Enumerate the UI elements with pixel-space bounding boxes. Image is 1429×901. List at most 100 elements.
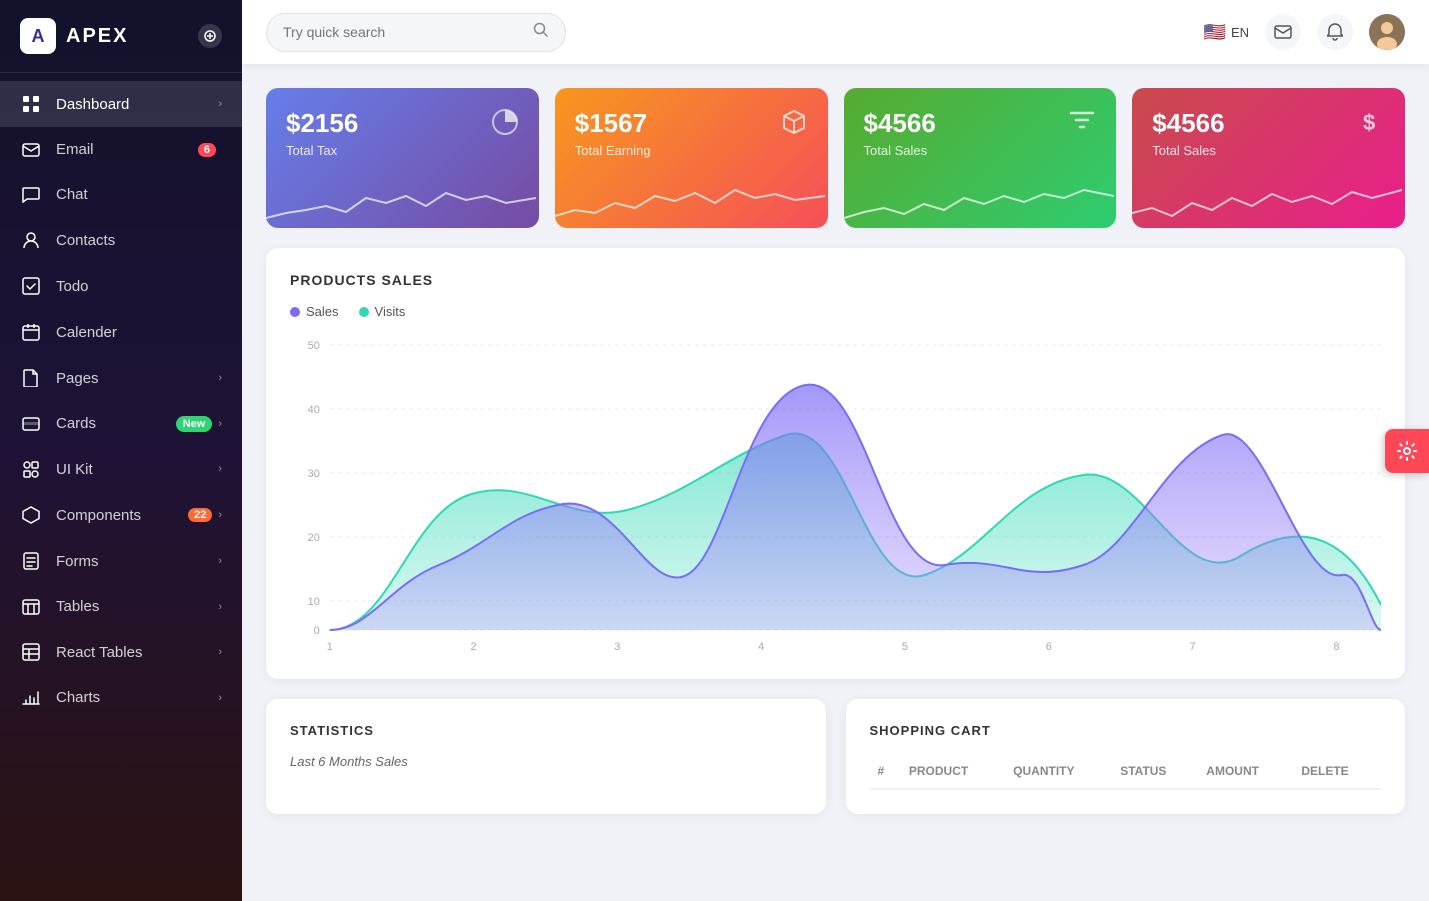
stat-card-total-earning: $1567 Total Earning [555, 88, 828, 228]
stat-value: $2156 [286, 108, 358, 139]
chevron-right-icon: › [218, 463, 222, 475]
svg-text:5: 5 [902, 641, 908, 653]
svg-text:20: 20 [308, 532, 320, 544]
filter-icon [1068, 108, 1096, 143]
stat-value: $1567 [575, 108, 651, 139]
components-badge: 22 [188, 508, 212, 522]
user-avatar[interactable] [1369, 14, 1405, 50]
tables-icon [20, 599, 42, 615]
sidebar-item-label: Cards [56, 415, 176, 432]
search-bar[interactable] [266, 13, 566, 52]
sidebar-item-label: UI Kit [56, 461, 218, 478]
sales-dot [290, 307, 300, 317]
settings-fab[interactable] [1385, 429, 1429, 473]
email-badge: 6 [198, 143, 216, 157]
legend-sales-label: Sales [306, 304, 339, 319]
search-input[interactable] [283, 24, 533, 40]
chevron-right-icon: › [218, 418, 222, 430]
col-hash: # [870, 754, 901, 789]
chat-icon [20, 187, 42, 203]
area-chart: 50 40 30 20 10 0 [290, 335, 1381, 655]
forms-icon [20, 552, 42, 570]
svg-text:6: 6 [1046, 641, 1052, 653]
cart-table: # Product Quantity Status Amount Delete [870, 754, 1382, 790]
todo-icon [20, 277, 42, 295]
svg-text:8: 8 [1333, 641, 1339, 653]
statistics-card: STATISTICS Last 6 Months Sales [266, 699, 826, 814]
sidebar-toggle[interactable] [198, 24, 222, 48]
sidebar-item-label: React Tables [56, 644, 218, 661]
svg-text:$: $ [1363, 110, 1375, 135]
visits-dot [359, 307, 369, 317]
sidebar-item-chat[interactable]: Chat [0, 172, 242, 217]
sidebar-item-email[interactable]: Email 6 [0, 127, 242, 172]
sidebar-item-label: Email [56, 141, 198, 158]
svg-text:7: 7 [1190, 641, 1196, 653]
dashboard-icon [20, 95, 42, 113]
content-area: $2156 Total Tax $1567 Total Earning [242, 64, 1429, 901]
sidebar-item-label: Pages [56, 370, 218, 387]
sidebar-item-label: Charts [56, 689, 218, 706]
sidebar-item-label: Tables [56, 598, 218, 615]
sidebar-item-label: Components [56, 507, 188, 524]
chevron-right-icon: › [218, 601, 222, 613]
svg-text:10: 10 [308, 596, 320, 608]
main-area: 🇺🇸 EN $2156 Total Tax [242, 0, 1429, 901]
logo-text: APEX [66, 25, 128, 48]
cards-new-badge: New [176, 416, 213, 432]
sidebar-item-react-tables[interactable]: React Tables › [0, 629, 242, 675]
mail-button[interactable] [1265, 14, 1301, 50]
sidebar-item-contacts[interactable]: Contacts [0, 217, 242, 263]
sidebar-item-todo[interactable]: Todo [0, 263, 242, 309]
search-icon[interactable] [533, 22, 549, 43]
sidebar-item-label: Forms [56, 553, 218, 570]
contacts-icon [20, 231, 42, 249]
col-amount: Amount [1198, 754, 1293, 789]
sidebar-item-cards[interactable]: Cards New › [0, 401, 242, 446]
stat-value: $4566 [1152, 108, 1224, 139]
svg-text:4: 4 [758, 641, 764, 653]
col-quantity: Quantity [1005, 754, 1112, 789]
sidebar-item-dashboard[interactable]: Dashboard › [0, 81, 242, 127]
stat-label: Total Sales [864, 143, 936, 158]
chart-title: PRODUCTS SALES [290, 272, 1381, 288]
legend-visits-label: Visits [375, 304, 406, 319]
logo-icon: A [20, 18, 56, 54]
stat-label: Total Tax [286, 143, 358, 158]
sidebar-item-forms[interactable]: Forms › [0, 538, 242, 584]
sidebar-item-label: Todo [56, 278, 222, 295]
sidebar-item-label: Calender [56, 324, 222, 341]
products-sales-chart: PRODUCTS SALES Sales Visits [266, 248, 1405, 679]
header-right: 🇺🇸 EN [1204, 14, 1405, 50]
sidebar-item-ui-kit[interactable]: UI Kit › [0, 446, 242, 492]
language-selector[interactable]: 🇺🇸 EN [1204, 22, 1249, 43]
svg-text:50: 50 [308, 340, 320, 352]
box-icon [780, 108, 808, 143]
bottom-section: STATISTICS Last 6 Months Sales SHOPPING … [266, 699, 1405, 814]
stat-label: Total Sales [1152, 143, 1224, 158]
sidebar-item-charts[interactable]: Charts › [0, 675, 242, 720]
chevron-right-icon: › [218, 692, 222, 704]
notifications-button[interactable] [1317, 14, 1353, 50]
statistics-sublabel: Last 6 Months Sales [290, 754, 802, 769]
header: 🇺🇸 EN [242, 0, 1429, 64]
pie-chart-icon [491, 108, 519, 143]
chevron-right-icon: › [218, 372, 222, 384]
sidebar-item-calender[interactable]: Calender [0, 309, 242, 355]
sidebar-item-label: Chat [56, 186, 222, 203]
stat-label: Total Earning [575, 143, 651, 158]
sidebar-item-pages[interactable]: Pages › [0, 355, 242, 401]
email-icon [20, 143, 42, 157]
charts-icon [20, 690, 42, 706]
sidebar-item-components[interactable]: Components 22 › [0, 492, 242, 538]
sidebar-item-label: Contacts [56, 232, 222, 249]
svg-text:40: 40 [308, 404, 320, 416]
sidebar-item-label: Dashboard [56, 96, 218, 113]
statistics-title: STATISTICS [290, 723, 802, 738]
stat-cards: $2156 Total Tax $1567 Total Earning [266, 88, 1405, 228]
calender-icon [20, 323, 42, 341]
col-status: Status [1112, 754, 1198, 789]
sidebar-item-tables[interactable]: Tables › [0, 584, 242, 629]
dollar-icon: $ [1357, 108, 1385, 143]
col-product: Product [901, 754, 1005, 789]
